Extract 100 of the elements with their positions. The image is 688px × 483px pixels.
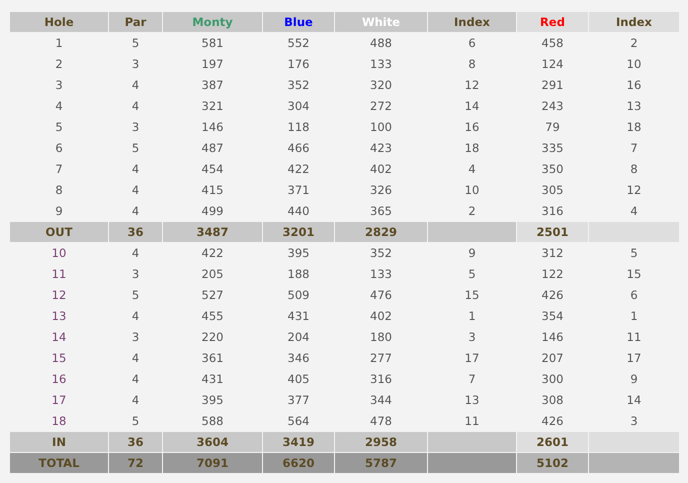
table-cell-text: 402: [369, 308, 393, 325]
table-cell-text: 12: [626, 182, 642, 199]
table-cell-text: 326: [369, 182, 393, 199]
table-cell-text: 3: [54, 77, 64, 94]
table-cell-text: 320: [369, 77, 393, 94]
table-cell-text: 7: [467, 371, 477, 388]
table-cell-text: 9: [54, 203, 64, 220]
table-cell-text: 350: [540, 161, 564, 178]
table-cell-text: 346: [286, 350, 310, 367]
table-cell-text: 17: [626, 350, 642, 367]
table-cell-text: 8: [467, 56, 477, 73]
table-cell-text: 15: [50, 350, 68, 367]
table-cell-text: 124: [540, 56, 564, 73]
table-cell-text: 146: [200, 119, 224, 136]
table-cell-text: 277: [369, 350, 393, 367]
table-cell-text: 10: [50, 245, 68, 262]
table-cell-text: 118: [286, 119, 310, 136]
table-cell-text: 4: [629, 203, 639, 220]
table-cell-text: 552: [286, 35, 310, 52]
table-cell-text: 4: [130, 371, 140, 388]
total-cell: 72: [108, 452, 162, 474]
total-cell: 5787: [334, 452, 428, 474]
subtotal-cell: 2958: [334, 432, 428, 452]
column-header: Par: [108, 12, 162, 32]
table-cell-text: 18: [626, 119, 642, 136]
table-cell-text: 5: [54, 119, 64, 136]
table-cell-text: 3: [467, 329, 477, 346]
subtotal-cell: OUT: [10, 222, 108, 242]
table-cell-text: 405: [286, 371, 310, 388]
table-cell-text: 205: [200, 266, 224, 283]
table-cell-text: 5: [130, 140, 140, 157]
table-cell-text: 10: [626, 56, 642, 73]
table-cell-text: 488: [369, 35, 393, 52]
table-cell-text: 100: [369, 119, 393, 136]
table-cell-text: 499: [200, 203, 224, 220]
table-cell-text: 466: [286, 140, 310, 157]
table-cell-text: 4: [130, 308, 140, 325]
table-cell-text: 4: [130, 161, 140, 178]
column-header: Index: [428, 12, 516, 32]
column-header: Index: [588, 12, 680, 32]
table-cell-text: 176: [286, 56, 310, 73]
column-header: Monty: [162, 12, 262, 32]
table-cell-text: 8: [629, 161, 639, 178]
table-cell-text: 79: [544, 119, 561, 136]
table-cell-text: 564: [286, 413, 310, 430]
table-cell-text: 581: [200, 35, 224, 52]
table-cell-text: 5: [130, 35, 140, 52]
subtotal-cell: 3201: [262, 222, 334, 242]
table-cell-text: 5: [467, 266, 477, 283]
table-cell-text: 352: [286, 77, 310, 94]
table-cell-text: 133: [369, 56, 393, 73]
subtotal-cell: 3419: [262, 432, 334, 452]
table-cell-text: 18: [464, 140, 480, 157]
table-cell-text: 13: [50, 308, 68, 325]
table-cell-text: 478: [369, 413, 393, 430]
table-cell-text: 3: [629, 413, 639, 430]
table-cell-text: 402: [369, 161, 393, 178]
table-cell-text: 12: [464, 77, 480, 94]
table-cell-text: 13: [464, 392, 480, 409]
table-cell-text: 2: [467, 203, 477, 220]
table-cell-text: 1: [467, 308, 477, 325]
table-cell-text: 14: [626, 392, 642, 409]
table-cell-text: 11: [626, 329, 642, 346]
table-cell-text: 291: [540, 77, 564, 94]
table-cell-text: 3: [130, 329, 140, 346]
table-cell-text: 588: [200, 413, 224, 430]
table-cell-text: 17: [464, 350, 480, 367]
table-cell-text: 3: [130, 56, 140, 73]
total-cell: TOTAL: [10, 452, 108, 474]
table-cell-text: 5: [130, 413, 140, 430]
table-cell-text: 6: [629, 287, 639, 304]
table-cell-text: 454: [200, 161, 224, 178]
table-cell-text: 354: [540, 308, 564, 325]
table-cell-text: 415: [200, 182, 224, 199]
table-cell-text: 16: [626, 77, 642, 94]
table-cell-text: 197: [200, 56, 224, 73]
table-cell-text: 15: [626, 266, 642, 283]
table-cell-text: 344: [369, 392, 393, 409]
table-cell-text: 426: [540, 413, 564, 430]
table-cell-text: 207: [540, 350, 564, 367]
subtotal-cell: IN: [10, 432, 108, 452]
table-cell-text: 1: [54, 35, 64, 52]
table-cell-text: 188: [286, 266, 310, 283]
table-cell-text: 458: [540, 35, 564, 52]
table-cell-text: 431: [286, 308, 310, 325]
table-cell-text: 11: [50, 266, 68, 283]
column-header: Blue: [262, 12, 334, 32]
table-cell-text: 17: [50, 392, 68, 409]
table-cell-text: 1: [629, 308, 639, 325]
table-cell-text: 8: [54, 182, 64, 199]
table-cell-text: 10: [464, 182, 480, 199]
table-cell-text: 7: [54, 161, 64, 178]
table-cell-text: 431: [200, 371, 224, 388]
column-header: Red: [516, 12, 588, 32]
table-cell-text: 13: [626, 98, 642, 115]
table-cell-text: 5: [130, 287, 140, 304]
table-cell-text: 9: [629, 371, 639, 388]
table-cell-text: 312: [540, 245, 564, 262]
table-cell-text: 316: [540, 203, 564, 220]
table-cell-text: 395: [200, 392, 224, 409]
